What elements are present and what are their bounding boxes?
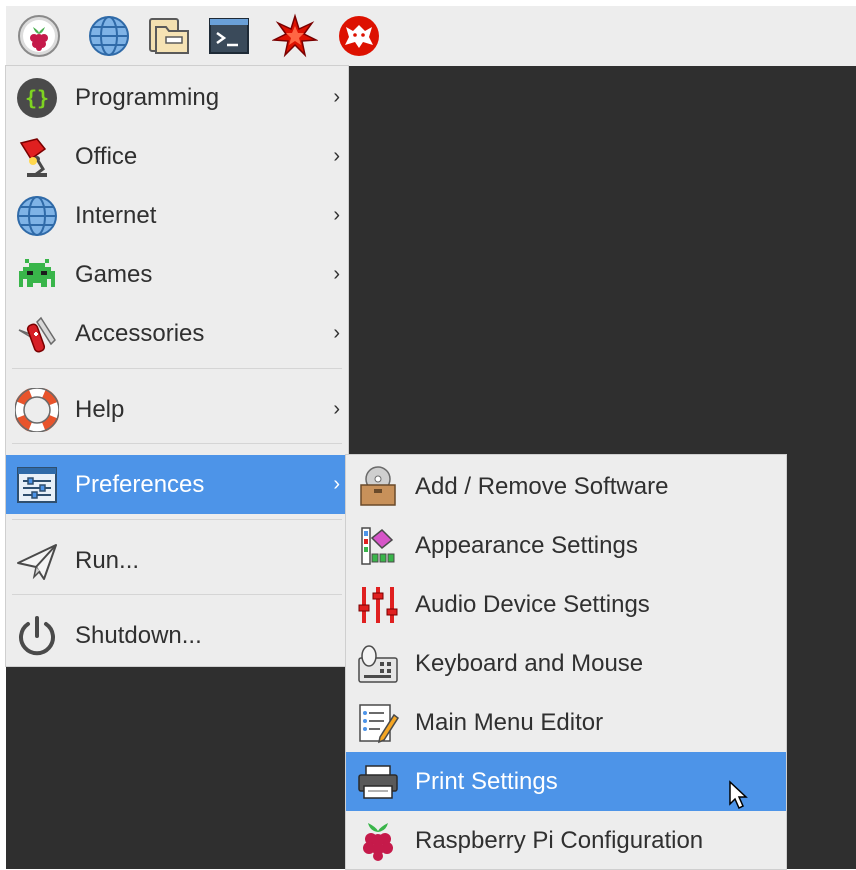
space-invader-icon bbox=[15, 253, 59, 297]
menu-separator bbox=[12, 519, 342, 520]
submenu-arrow-icon: › bbox=[333, 204, 340, 226]
terminal-icon[interactable] bbox=[206, 13, 252, 59]
menu-item-programming[interactable]: {} Programming › bbox=[6, 68, 348, 127]
raspberry-pi-icon bbox=[356, 819, 400, 863]
submenu-arrow-icon: › bbox=[333, 398, 340, 420]
power-icon bbox=[15, 614, 59, 658]
menu-item-label: Games bbox=[75, 261, 153, 288]
menu-item-preferences[interactable]: Preferences › bbox=[6, 455, 348, 514]
menu-item-accessories[interactable]: Accessories › bbox=[6, 304, 348, 363]
menu-item-internet[interactable]: Internet › bbox=[6, 186, 348, 245]
submenu-item-label: Keyboard and Mouse bbox=[415, 650, 644, 677]
menu-item-label: Run... bbox=[75, 547, 140, 574]
menu-item-games[interactable]: Games › bbox=[6, 245, 348, 304]
submenu-item-print-settings[interactable]: Print Settings bbox=[346, 752, 786, 811]
submenu-item-appearance-settings[interactable]: Appearance Settings bbox=[346, 516, 786, 575]
submenu-item-main-menu-editor[interactable]: Main Menu Editor bbox=[346, 693, 786, 752]
submenu-arrow-icon: › bbox=[333, 145, 340, 167]
lifebuoy-icon bbox=[15, 388, 59, 432]
menu-separator bbox=[12, 443, 342, 444]
submenu-item-raspberry-pi-configuration[interactable]: Raspberry Pi Configuration bbox=[346, 811, 786, 870]
printer-icon bbox=[356, 760, 400, 804]
submenu-item-label: Appearance Settings bbox=[415, 532, 638, 559]
pocket-knife-icon bbox=[15, 312, 59, 356]
audio-mixer-icon bbox=[356, 583, 400, 627]
web-browser-icon[interactable] bbox=[86, 13, 132, 59]
svg-text:{}: {} bbox=[25, 86, 49, 110]
menu-item-label: Accessories bbox=[75, 320, 205, 347]
preferences-sliders-icon bbox=[15, 463, 59, 507]
menu-editor-icon bbox=[356, 701, 400, 745]
menu-separator bbox=[12, 594, 342, 595]
main-menu: {} Programming › Office › Internet › Gam… bbox=[6, 66, 348, 666]
programming-icon: {} bbox=[15, 76, 59, 120]
submenu-item-label: Audio Device Settings bbox=[415, 591, 650, 618]
preferences-submenu: Add / Remove Software Appearance Setting… bbox=[346, 455, 786, 869]
menu-item-label: Programming bbox=[75, 84, 220, 111]
menu-item-label: Help bbox=[75, 396, 125, 423]
submenu-arrow-icon: › bbox=[333, 322, 340, 344]
submenu-arrow-icon: › bbox=[333, 86, 340, 108]
submenu-item-label: Add / Remove Software bbox=[415, 473, 669, 500]
submenu-item-label: Raspberry Pi Configuration bbox=[415, 827, 704, 854]
menu-separator bbox=[12, 368, 342, 369]
globe-icon bbox=[15, 194, 59, 238]
mouse-pointer-icon bbox=[729, 780, 748, 810]
menu-item-run[interactable]: Run... bbox=[6, 531, 348, 590]
menu-item-label: Internet bbox=[75, 202, 157, 229]
menu-item-office[interactable]: Office › bbox=[6, 127, 348, 186]
keyboard-mouse-icon bbox=[356, 642, 400, 686]
submenu-arrow-icon: › bbox=[333, 263, 340, 285]
menu-item-label: Office bbox=[75, 143, 138, 170]
menu-item-label: Preferences bbox=[75, 471, 205, 498]
office-lamp-icon bbox=[15, 135, 59, 179]
menu-item-label: Shutdown... bbox=[75, 622, 202, 649]
paper-plane-icon bbox=[15, 539, 59, 583]
submenu-arrow-icon: › bbox=[333, 473, 340, 495]
software-package-icon bbox=[356, 465, 400, 509]
appearance-palette-icon bbox=[356, 524, 400, 568]
submenu-item-label: Print Settings bbox=[415, 768, 558, 795]
file-manager-icon[interactable] bbox=[146, 13, 192, 59]
menu-item-help[interactable]: Help › bbox=[6, 380, 348, 439]
raspberry-menu-icon[interactable] bbox=[16, 13, 62, 59]
submenu-item-label: Main Menu Editor bbox=[415, 709, 604, 736]
wolfram-icon[interactable] bbox=[336, 13, 382, 59]
taskbar bbox=[6, 6, 856, 66]
submenu-item-keyboard-and-mouse[interactable]: Keyboard and Mouse bbox=[346, 634, 786, 693]
mathematica-icon[interactable] bbox=[272, 13, 318, 59]
menu-item-shutdown[interactable]: Shutdown... bbox=[6, 606, 348, 665]
submenu-item-audio-device-settings[interactable]: Audio Device Settings bbox=[346, 575, 786, 634]
submenu-item-add-remove-software[interactable]: Add / Remove Software bbox=[346, 457, 786, 516]
